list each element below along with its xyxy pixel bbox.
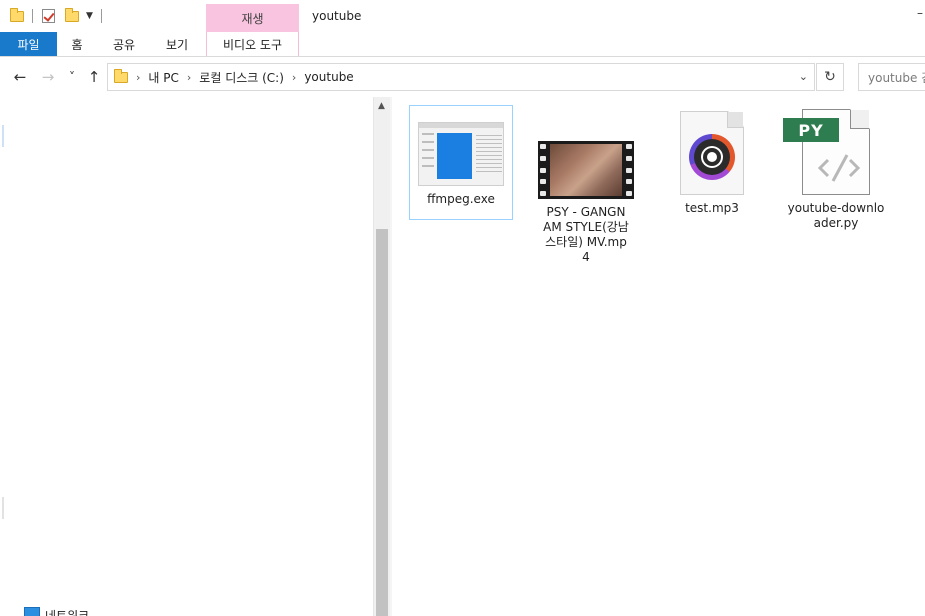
tab-home[interactable]: 홈 [62,32,92,56]
file-explorer-window: ▼ 재생 youtube – 파일 홈 공유 보기 비디오 도구 ← → ˅ ↑… [0,0,925,616]
address-bar[interactable]: › 내 PC › 로컬 디스크 (C:) › youtube ⌄ [107,63,815,91]
recent-locations-chevron-icon[interactable]: ˅ [64,65,80,89]
breadcrumb-separator-icon[interactable]: › [292,71,296,84]
nav-item-network[interactable]: 네트워크 [24,607,89,616]
context-tab-header: 재생 [206,4,299,32]
file-item-test-mp3[interactable]: test.mp3 [660,97,764,216]
breadcrumb-this-pc[interactable]: 내 PC [148,69,178,86]
video-thumbnail-icon [538,141,634,199]
python-file-icon: PY [783,109,870,195]
minimize-button[interactable]: – [917,6,923,20]
nav-scroll-indicator [2,125,4,147]
window-folder-icon [10,6,24,26]
audio-file-icon [680,111,744,195]
file-item-youtube-downloader[interactable]: PY youtube-downloader.py [783,97,888,231]
file-list: ffmpeg.exe PSY - GANGNAM STYLE(강남스타일) MV… [392,97,925,616]
search-input[interactable]: youtube 검색 [858,63,925,91]
address-folder-icon [114,68,128,83]
navigation-bar: ← → ˅ ↑ › 내 PC › 로컬 디스크 (C:) › youtube ⌄… [0,57,925,97]
address-dropdown-chevron-icon[interactable]: ⌄ [799,70,808,83]
tab-file[interactable]: 파일 [0,32,57,56]
nav-item-label: 네트워크 [45,609,90,616]
breadcrumb-local-disk[interactable]: 로컬 디스크 (C:) [199,69,284,86]
file-item-ffmpeg[interactable]: ffmpeg.exe [409,105,513,220]
py-badge: PY [783,118,839,142]
application-thumbnail-icon [418,122,504,186]
ribbon-tabs: 파일 홈 공유 보기 비디오 도구 [0,32,925,57]
navigation-pane[interactable]: 네트워크 [0,97,373,616]
scroll-up-icon[interactable]: ▲ [378,101,385,111]
forward-arrow-icon[interactable]: → [38,65,58,89]
window-title: youtube [312,9,362,23]
scrollbar-thumb[interactable] [376,229,388,616]
title-bar: ▼ 재생 youtube – [0,0,925,32]
tab-video-tools[interactable]: 비디오 도구 [206,32,299,56]
refresh-icon[interactable]: ↻ [816,63,844,91]
new-folder-icon[interactable] [65,6,79,26]
tab-view[interactable]: 보기 [157,32,197,56]
qa-separator [32,6,33,26]
file-name: ffmpeg.exe [427,192,495,206]
file-name: test.mp3 [685,201,739,215]
code-brackets-icon [817,154,861,182]
up-arrow-icon[interactable]: ↑ [84,65,104,89]
properties-check-icon[interactable] [42,6,55,26]
breadcrumb-separator-icon[interactable]: › [136,71,140,84]
breadcrumb-youtube[interactable]: youtube [304,70,353,84]
breadcrumb-separator-icon[interactable]: › [187,71,191,84]
file-name: youtube-downloader.py [787,201,885,230]
nav-pane-scrollbar[interactable]: ▲ [373,97,390,616]
network-icon [24,607,40,616]
file-item-psy-video[interactable]: PSY - GANGNAM STYLE(강남스타일) MV.mp4 [534,97,638,265]
back-arrow-icon[interactable]: ← [10,65,30,89]
qa-separator-2 [101,6,102,26]
file-name: PSY - GANGNAM STYLE(강남스타일) MV.mp4 [543,205,629,264]
customize-qa-chevron-down-icon[interactable]: ▼ [86,6,93,26]
tab-share[interactable]: 공유 [104,32,144,56]
nav-scroll-indicator-2 [2,497,4,519]
